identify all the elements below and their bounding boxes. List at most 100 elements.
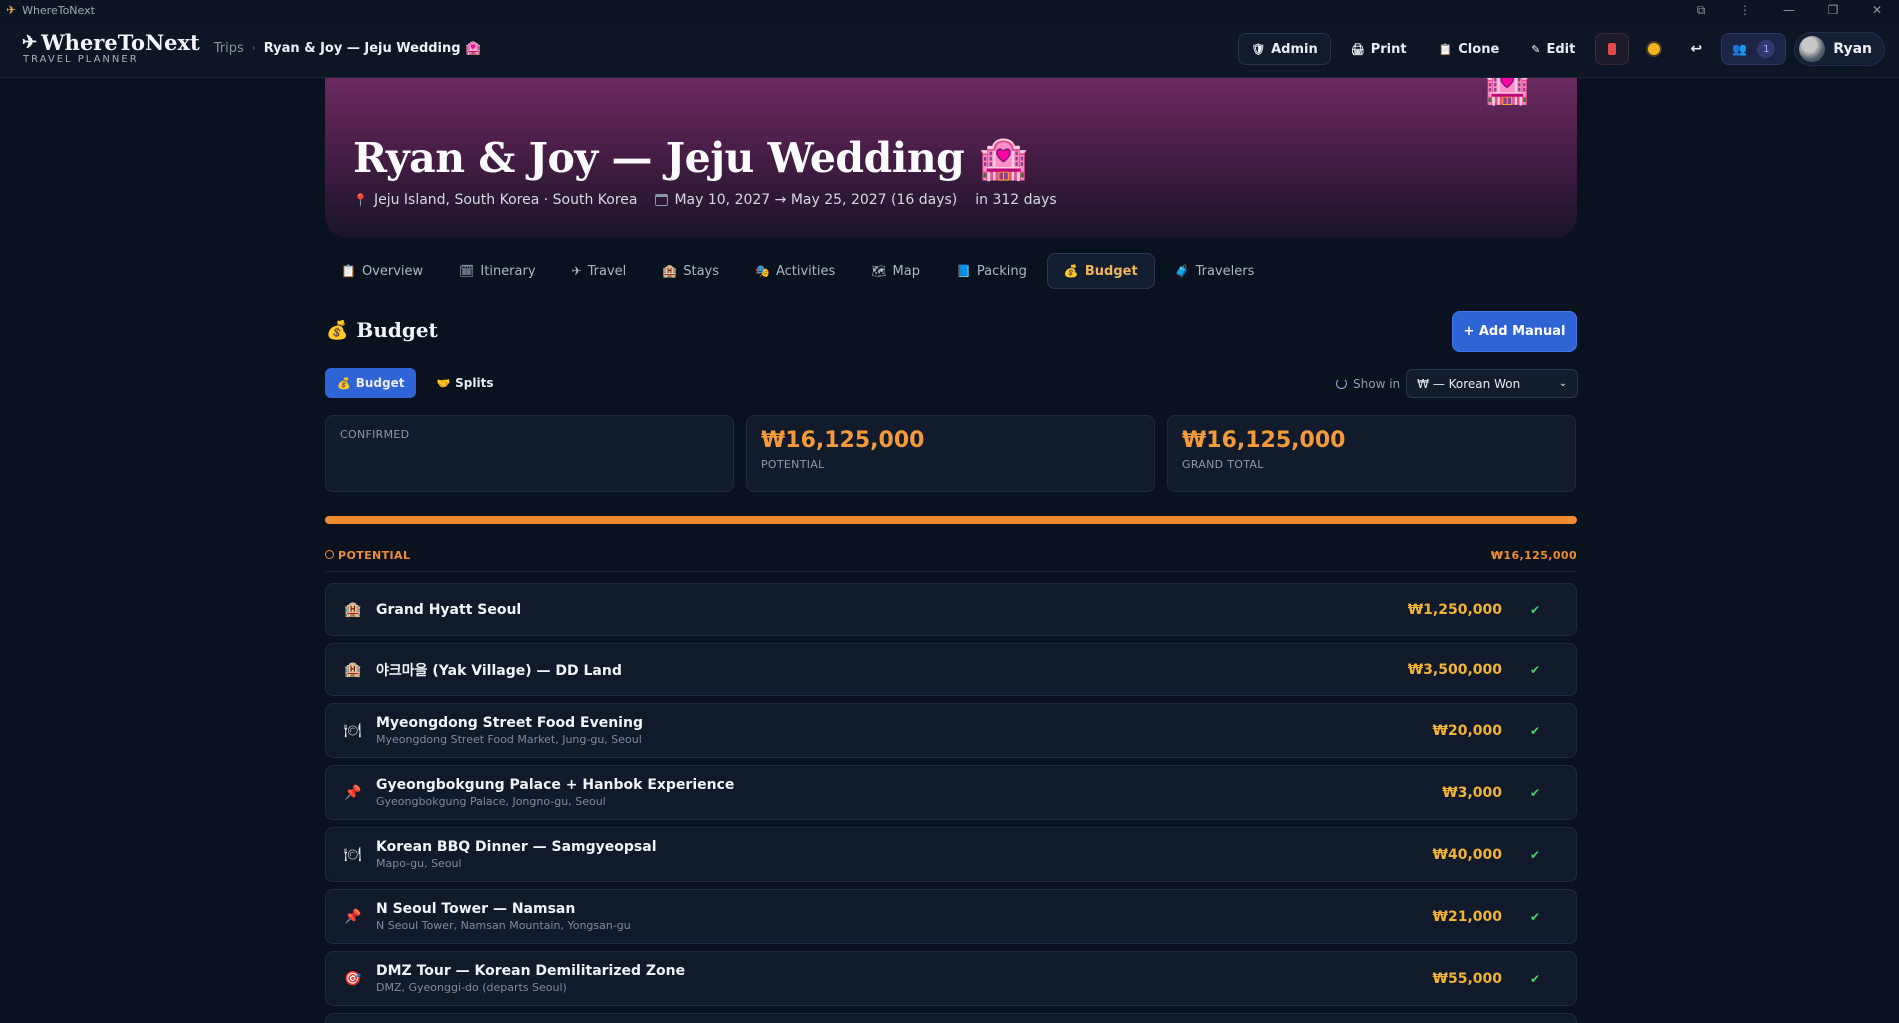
target-icon: 🎯 <box>344 970 362 987</box>
map-icon: 🗺 <box>871 264 887 278</box>
potential-value: ₩16,125,000 <box>761 428 925 453</box>
item-amount: ₩3,000 <box>1442 784 1502 801</box>
list-item[interactable]: 🍽 Korean BBQ Dinner — Samgyeopsal Mapo-g… <box>325 827 1577 882</box>
plane-icon: ✈ <box>571 264 582 278</box>
delete-button[interactable] <box>1595 33 1630 65</box>
confirm-icon[interactable]: ✔ <box>1530 972 1540 986</box>
page-title: Ryan & Joy — Jeju Wedding 🏩 <box>353 134 1029 182</box>
subtab-splits[interactable]: 🤝 Splits <box>424 368 505 398</box>
handshake-icon: 🤝 <box>436 376 451 390</box>
tab-travelers[interactable]: 🧳 Travelers <box>1159 253 1271 289</box>
item-name: 야크마을 (Yak Village) — DD Land <box>376 662 622 679</box>
theme-toggle[interactable] <box>1637 33 1671 65</box>
item-text: Grand Hyatt Seoul <box>376 602 521 618</box>
add-manual-button[interactable]: + Add Manual <box>1452 311 1577 352</box>
tab-itinerary[interactable]: 🗓 Itinerary <box>443 253 551 289</box>
trip-dates: May 10, 2027 → May 25, 2027 (16 days) <box>655 192 957 208</box>
undo-icon: ↩ <box>1690 41 1703 57</box>
print-button[interactable]: 🖨 Print <box>1339 33 1419 65</box>
budget-progress-bar <box>325 516 1577 524</box>
pushpin-icon: 📌 <box>344 908 362 925</box>
list-item[interactable] <box>325 1013 1577 1023</box>
user-menu[interactable]: Ryan <box>1794 32 1885 66</box>
calendar-icon <box>655 194 669 206</box>
item-amount: ₩40,000 <box>1432 846 1502 863</box>
tab-travel[interactable]: ✈ Travel <box>556 253 643 289</box>
book-icon: 📘 <box>955 264 971 278</box>
location-text: Jeju Island, South Korea · South Korea <box>373 192 638 208</box>
clone-button[interactable]: 📋 Clone <box>1427 33 1512 65</box>
show-in-label: Show in <box>1353 376 1401 391</box>
item-amount: ₩20,000 <box>1432 722 1502 739</box>
clipboard-icon: 📋 <box>1438 42 1453 56</box>
logo[interactable]: ✈ WhereToNext TRAVEL PLANNER <box>22 32 200 65</box>
money-bag-icon: 💰 <box>1063 264 1079 278</box>
list-item[interactable]: 📌 N Seoul Tower — Namsan N Seoul Tower, … <box>325 889 1577 944</box>
item-amount: ₩55,000 <box>1432 970 1502 987</box>
list-item[interactable]: 🏨 Grand Hyatt Seoul ₩1,250,000 ✔ <box>325 583 1577 636</box>
list-item[interactable]: 🍽 Myeongdong Street Food Evening Myeongd… <box>325 703 1577 758</box>
tab-label: Stays <box>683 263 720 279</box>
window-titlebar: ✈ WhereToNext ⧉ ⋮ — ❐ ✕ <box>0 0 1899 20</box>
item-location: Myeongdong Street Food Market, Jung-gu, … <box>376 733 642 746</box>
hotel-icon: 🏨 <box>344 661 362 678</box>
trip-tabs: 📋 Overview 🗓 Itinerary ✈ Travel 🏨 Stays 🎭 Act… <box>325 253 1270 289</box>
item-name: N Seoul Tower — Namsan <box>376 901 576 917</box>
tab-map[interactable]: 🗺 Map <box>855 253 936 289</box>
confirm-icon[interactable]: ✔ <box>1530 848 1540 862</box>
tab-budget[interactable]: 💰 Budget <box>1046 253 1155 289</box>
currency-select[interactable]: ₩ — Korean Won ⌄ <box>1406 369 1579 398</box>
confirm-icon[interactable]: ✔ <box>1530 786 1540 800</box>
breadcrumb-trips[interactable]: Trips <box>214 41 244 56</box>
subtab-budget[interactable]: 💰 Budget <box>325 368 417 398</box>
admin-button[interactable]: 🛡 Admin <box>1238 33 1331 65</box>
hotel-icon: 🏨 <box>344 601 362 618</box>
breadcrumb: Trips › Ryan & Joy — Jeju Wedding 🏩 <box>214 41 482 56</box>
undo-button[interactable]: ↩ <box>1679 33 1713 65</box>
confirm-icon[interactable]: ✔ <box>1530 603 1540 617</box>
tab-label: Activities <box>775 263 836 279</box>
trip-meta: 📍 Jeju Island, South Korea · South Korea… <box>353 192 1057 208</box>
plane-icon: ✈ <box>22 31 38 53</box>
list-item[interactable]: 📌 Gyeongbokgung Palace + Hanbok Experien… <box>325 765 1577 820</box>
grand-total-value: ₩16,125,000 <box>1182 428 1346 453</box>
admin-label: Admin <box>1271 41 1318 57</box>
refresh-icon <box>1336 378 1347 389</box>
edit-label: Edit <box>1546 41 1576 57</box>
tab-label: Map <box>892 263 920 279</box>
chevron-right-icon: › <box>251 43 256 54</box>
pin-icon: 📍 <box>353 193 368 207</box>
hotel-icon: 🏨 <box>662 264 678 278</box>
confirm-icon[interactable]: ✔ <box>1530 724 1540 738</box>
list-item[interactable]: 🎯 DMZ Tour — Korean Demilitarized Zone D… <box>325 951 1577 1006</box>
clock-icon <box>325 550 334 559</box>
tab-label: Packing <box>976 263 1027 279</box>
edit-button[interactable]: ✎ Edit <box>1519 33 1587 65</box>
tab-packing[interactable]: 📘 Packing <box>940 253 1043 289</box>
collaborators-button[interactable]: 👥 1 <box>1721 33 1787 65</box>
confirm-icon[interactable]: ✔ <box>1530 663 1540 677</box>
app-header: ✈ WhereToNext TRAVEL PLANNER Trips › Rya… <box>0 20 1899 78</box>
potential-label: POTENTIAL <box>761 458 825 471</box>
maximize-button[interactable]: ❐ <box>1811 3 1855 17</box>
tab-activities[interactable]: 🎭 Activities <box>739 253 851 289</box>
confirm-icon[interactable]: ✔ <box>1530 910 1540 924</box>
money-bag-icon: 💰 <box>337 376 351 390</box>
item-name: Myeongdong Street Food Evening <box>376 715 643 731</box>
item-location: N Seoul Tower, Namsan Mountain, Yongsan-… <box>376 919 631 932</box>
item-text: Gyeongbokgung Palace + Hanbok Experience… <box>376 777 734 808</box>
logo-text: WhereToNext <box>41 30 200 55</box>
close-button[interactable]: ✕ <box>1855 3 1899 17</box>
minimize-button[interactable]: — <box>1767 3 1811 17</box>
confirmed-label: CONFIRMED <box>340 428 410 441</box>
extensions-icon[interactable]: ⧉ <box>1679 3 1723 18</box>
item-location: DMZ, Gyeonggi-do (departs Seoul) <box>376 981 567 994</box>
more-menu-icon[interactable]: ⋮ <box>1723 3 1767 17</box>
avatar <box>1799 36 1826 62</box>
tab-overview[interactable]: 📋 Overview <box>325 253 439 289</box>
item-location: Mapo-gu, Seoul <box>376 857 462 870</box>
list-item[interactable]: 🏨 야크마을 (Yak Village) — DD Land ₩3,500,00… <box>325 643 1577 696</box>
people-icon: 👥 <box>1732 42 1748 56</box>
tab-stays[interactable]: 🏨 Stays <box>646 253 735 289</box>
clone-label: Clone <box>1458 41 1500 57</box>
